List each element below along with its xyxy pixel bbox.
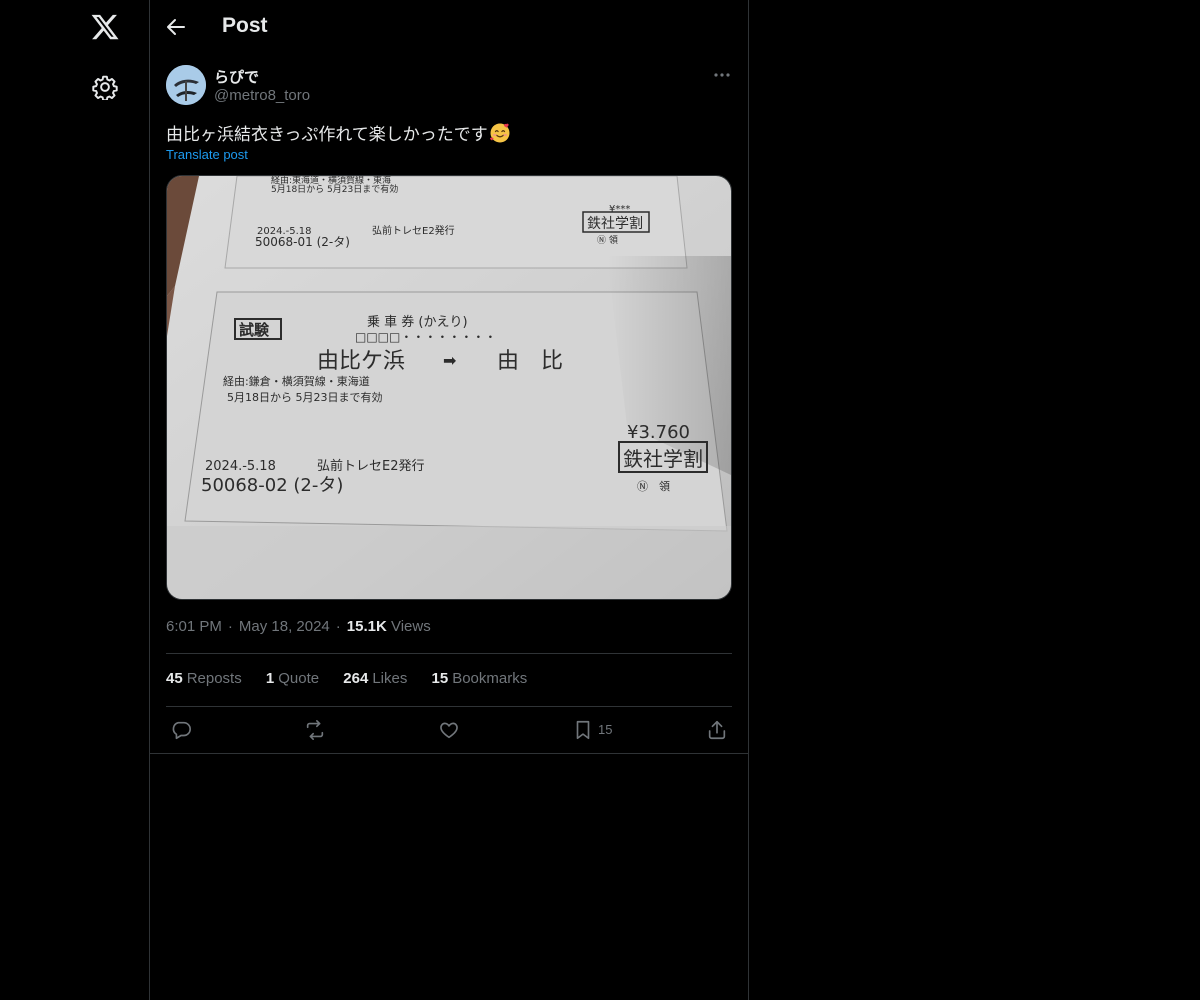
post-actions: 15 xyxy=(150,707,748,754)
ticket-issuer: 弘前トレセE2発行 xyxy=(317,458,425,474)
avatar[interactable] xyxy=(166,65,206,105)
post-meta: 6:01 PM · May 18, 2024 · 15.1K Views xyxy=(166,618,431,635)
bookmark-icon[interactable]: 15 xyxy=(572,719,612,743)
reposts-stat[interactable]: 45 Reposts xyxy=(166,670,242,687)
post-time[interactable]: 6:01 PM xyxy=(166,618,222,635)
page-title: Post xyxy=(222,14,268,37)
ticket-top-price: ¥*** xyxy=(609,204,630,215)
reply-icon[interactable] xyxy=(170,719,192,743)
ticket-to: 由 比 xyxy=(497,349,563,374)
repost-icon[interactable] xyxy=(304,719,326,743)
post-media-image[interactable]: 経由:東海道・横須賀線・東海 5月18日から 5月23日まで有効 2024.-5… xyxy=(166,175,732,600)
ticket-stamp: 鉄社学割 xyxy=(623,447,703,471)
ticket-arrow: ➡ xyxy=(443,351,456,370)
ticket-via: 経由:鎌倉・横須賀線・東海道 xyxy=(223,374,370,388)
ticket-top-stamp: 鉄社学割 xyxy=(587,215,643,232)
ticket-top-number: 50068-01 (2-タ) xyxy=(255,235,350,249)
author-display-name[interactable]: らぴで xyxy=(214,66,259,87)
ticket-number: 50068-02 (2-タ) xyxy=(201,475,343,496)
ticket-badge: 試験 xyxy=(239,321,270,339)
author-handle[interactable]: @metro8_toro xyxy=(214,87,310,104)
more-icon[interactable] xyxy=(711,64,733,86)
bookmarks-stat[interactable]: 15 Bookmarks xyxy=(432,670,528,687)
likes-stat[interactable]: 264 Likes xyxy=(343,670,407,687)
bookmark-count: 15 xyxy=(598,722,613,737)
share-icon[interactable] xyxy=(706,719,728,743)
ticket-price: ¥3.760 xyxy=(627,422,690,443)
heart-icon[interactable] xyxy=(438,719,460,743)
divider xyxy=(166,653,732,654)
gear-icon[interactable] xyxy=(92,74,118,102)
arrow-left-icon[interactable] xyxy=(164,15,188,39)
views-label: Views xyxy=(390,618,431,635)
post-text: 由比ヶ浜結衣きっぷ作れて楽しかったです xyxy=(166,120,511,145)
ticket-type: 乗 車 券 (かえり) xyxy=(367,314,468,330)
translate-post-link[interactable]: Translate post xyxy=(166,147,248,162)
ticket-stamp-sub: Ⓝ 領 xyxy=(637,479,670,493)
ticket-validity: 5月18日から 5月23日まで有効 xyxy=(227,390,383,404)
post-text-content: 由比ヶ浜結衣きっぷ作れて楽しかったです xyxy=(166,125,488,145)
post-column: Post らぴで @metro8_toro 由比ヶ浜結衣きっぷ作れて楽しかったで… xyxy=(150,0,749,1000)
ticket-top-stamp-sub: Ⓝ 領 xyxy=(597,234,618,246)
post-stats: 45 Reposts 1 Quote 264 Likes 15 Bookmarks xyxy=(166,670,547,687)
views-count: 15.1K xyxy=(346,618,387,635)
post-date[interactable]: May 18, 2024 xyxy=(239,618,330,635)
left-sidebar xyxy=(0,0,150,1000)
post-header: Post xyxy=(150,0,748,54)
smiling-face-with-hearts-icon xyxy=(489,122,511,144)
ticket-date: 2024.-5.18 xyxy=(205,459,276,474)
ticket-dots: □□□□・・・・・・・・ xyxy=(355,330,496,344)
ticket-top-validity: 5月18日から 5月23日まで有効 xyxy=(271,183,398,195)
x-logo-icon[interactable] xyxy=(90,12,120,42)
ticket-top-issuer: 弘前トレセE2発行 xyxy=(372,224,455,237)
quotes-stat[interactable]: 1 Quote xyxy=(266,670,319,687)
ticket-from: 由比ケ浜 xyxy=(317,349,405,374)
